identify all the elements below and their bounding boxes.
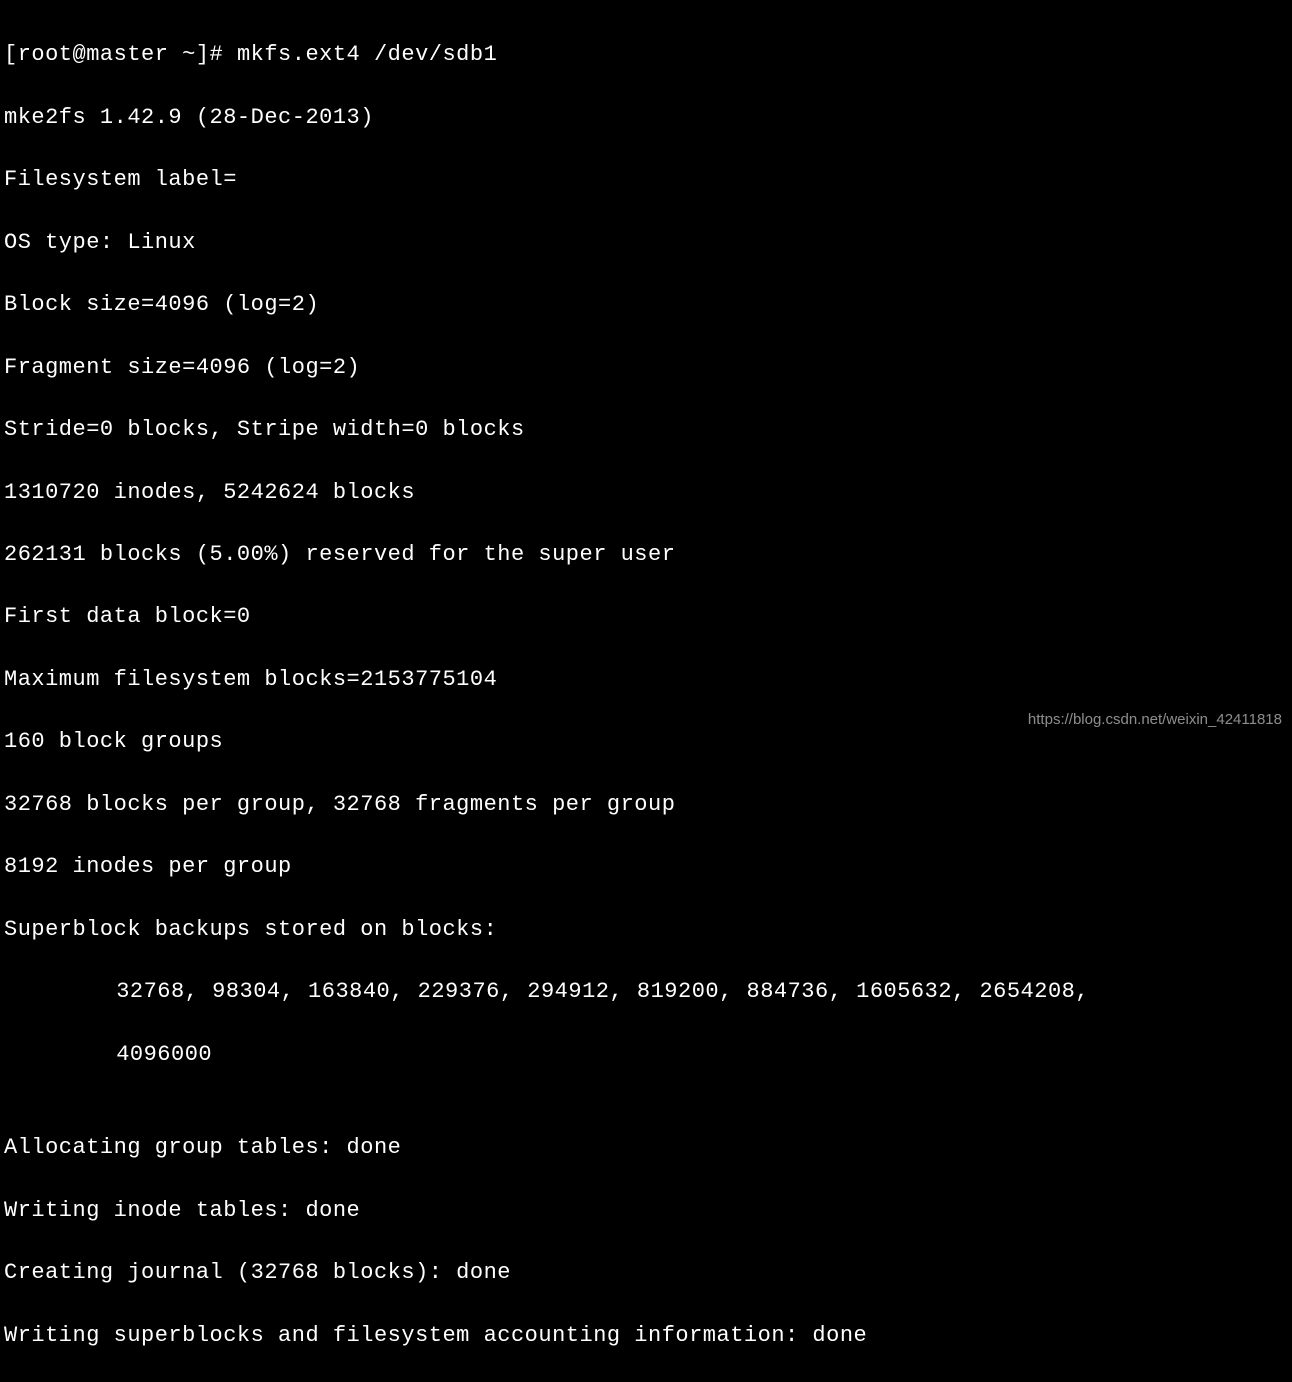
output-line: 262131 blocks (5.00%) reserved for the s…: [4, 539, 1288, 570]
output-line-indented: 4096000: [4, 1039, 1288, 1070]
output-line-indented: 32768, 98304, 163840, 229376, 294912, 81…: [4, 976, 1288, 1007]
output-line: Fragment size=4096 (log=2): [4, 352, 1288, 383]
output-line: 8192 inodes per group: [4, 851, 1288, 882]
output-line: Stride=0 blocks, Stripe width=0 blocks: [4, 414, 1288, 445]
output-line: Superblock backups stored on blocks:: [4, 914, 1288, 945]
output-line: First data block=0: [4, 601, 1288, 632]
output-line: Writing superblocks and filesystem accou…: [4, 1320, 1288, 1351]
output-line: 32768 blocks per group, 32768 fragments …: [4, 789, 1288, 820]
output-line: 160 block groups: [4, 726, 1288, 757]
command-text: mkfs.ext4 /dev/sdb1: [237, 42, 497, 67]
output-line: OS type: Linux: [4, 227, 1288, 258]
output-line: Allocating group tables: done: [4, 1132, 1288, 1163]
output-line: mke2fs 1.42.9 (28-Dec-2013): [4, 102, 1288, 133]
output-line: Block size=4096 (log=2): [4, 289, 1288, 320]
output-line: Writing inode tables: done: [4, 1195, 1288, 1226]
shell-prompt: [root@master ~]#: [4, 42, 237, 67]
output-line: Maximum filesystem blocks=2153775104: [4, 664, 1288, 695]
watermark-text: https://blog.csdn.net/weixin_42411818: [1028, 709, 1282, 730]
output-line: 1310720 inodes, 5242624 blocks: [4, 477, 1288, 508]
terminal-output[interactable]: [root@master ~]# mkfs.ext4 /dev/sdb1 mke…: [4, 8, 1288, 1382]
output-line: Creating journal (32768 blocks): done: [4, 1257, 1288, 1288]
output-line: Filesystem label=: [4, 164, 1288, 195]
command-line: [root@master ~]# mkfs.ext4 /dev/sdb1: [4, 39, 1288, 70]
